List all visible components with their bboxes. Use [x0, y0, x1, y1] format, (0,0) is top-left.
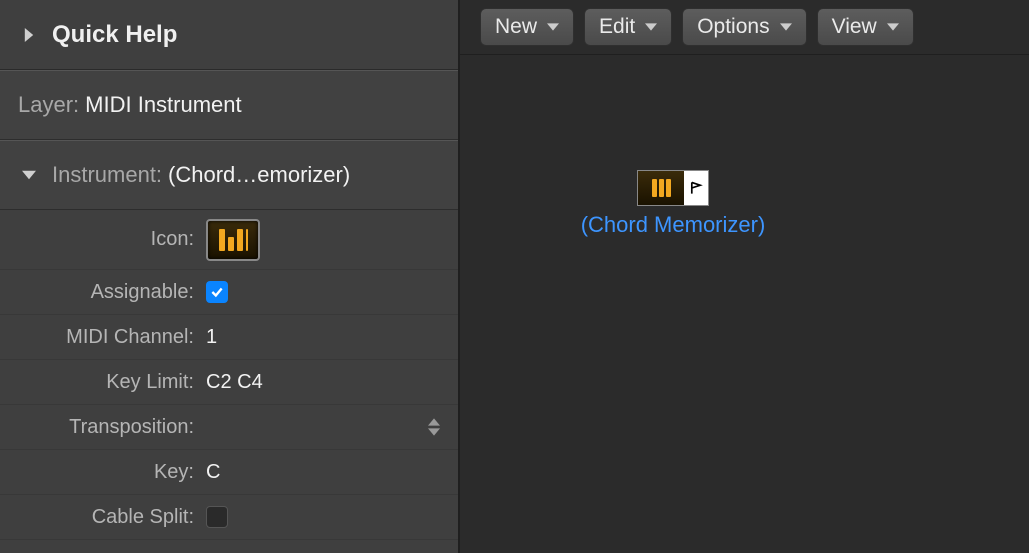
canvas-toolbar: New Edit Options View — [460, 0, 1029, 55]
new-menu[interactable]: New — [480, 8, 574, 46]
param-key[interactable]: Key: C — [0, 450, 458, 495]
cable-split-checkbox[interactable] — [206, 506, 228, 528]
assignable-label: Assignable: — [0, 281, 200, 304]
key-value: C — [200, 461, 220, 484]
key-limit-value: C2 C4 — [200, 371, 263, 394]
flag-icon — [684, 171, 708, 205]
key-label: Key: — [0, 461, 200, 484]
icon-label: Icon: — [0, 228, 200, 251]
quick-help-title: Quick Help — [52, 21, 177, 49]
instrument-label: Instrument: — [52, 162, 162, 188]
quick-help-header[interactable]: Quick Help — [0, 0, 458, 70]
view-label: View — [832, 15, 877, 39]
inspector-panel: Quick Help Layer: MIDI Instrument Instru… — [0, 0, 460, 553]
transposition-label: Transposition: — [0, 416, 200, 439]
param-midi-channel[interactable]: MIDI Channel: 1 — [0, 315, 458, 360]
transposition-stepper[interactable] — [428, 418, 440, 436]
chevron-down-icon — [18, 168, 40, 182]
chevron-right-icon — [18, 28, 40, 42]
param-transposition[interactable]: Transposition: — [0, 405, 458, 450]
layer-value: MIDI Instrument — [85, 92, 241, 118]
chord-memorizer-object[interactable]: (Chord Memorizer) — [548, 170, 798, 238]
chevron-down-icon — [645, 22, 657, 32]
object-label: (Chord Memorizer) — [548, 212, 798, 238]
assignable-checkbox[interactable] — [206, 281, 228, 303]
options-menu[interactable]: Options — [682, 8, 806, 46]
new-label: New — [495, 15, 537, 39]
midi-channel-value: 1 — [200, 326, 217, 349]
key-limit-label: Key Limit: — [0, 371, 200, 394]
edit-label: Edit — [599, 15, 635, 39]
object-icon — [637, 170, 709, 206]
param-cable-split: Cable Split: — [0, 495, 458, 540]
environment-canvas[interactable]: New Edit Options View (Chord Memorizer) — [460, 0, 1029, 553]
edit-menu[interactable]: Edit — [584, 8, 672, 46]
instrument-icon-preview[interactable] — [206, 219, 260, 261]
chevron-down-icon — [547, 22, 559, 32]
instrument-row[interactable]: Instrument: (Chord…emorizer) — [0, 140, 458, 210]
layer-label: Layer: — [18, 92, 79, 118]
options-label: Options — [697, 15, 769, 39]
param-icon: Icon: — [0, 210, 458, 270]
instrument-value: (Chord…emorizer) — [168, 162, 350, 188]
chevron-down-icon — [887, 22, 899, 32]
chevron-down-icon — [780, 22, 792, 32]
cable-split-label: Cable Split: — [0, 506, 200, 529]
param-key-limit[interactable]: Key Limit: C2 C4 — [0, 360, 458, 405]
param-assignable: Assignable: — [0, 270, 458, 315]
midi-channel-label: MIDI Channel: — [0, 326, 200, 349]
view-menu[interactable]: View — [817, 8, 914, 46]
layer-row[interactable]: Layer: MIDI Instrument — [0, 70, 458, 140]
